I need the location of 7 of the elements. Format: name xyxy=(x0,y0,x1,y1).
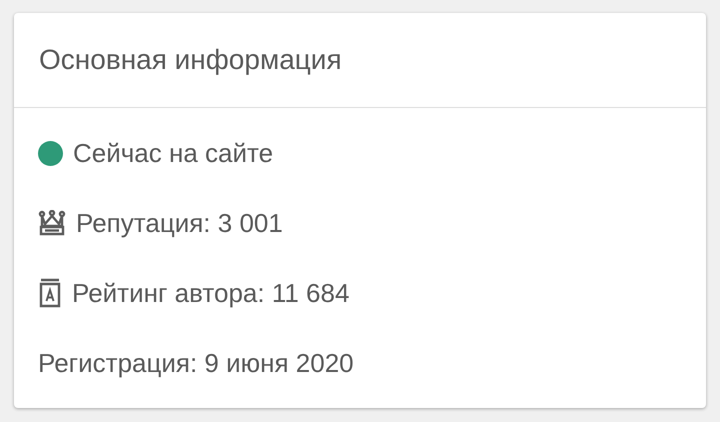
crown-icon xyxy=(38,210,66,236)
book-icon xyxy=(38,278,62,308)
info-text: Регистрация: 9 июня 2020 xyxy=(38,348,354,378)
info-text: Репутация: 3 001 xyxy=(76,208,283,238)
card-title: Основная информация xyxy=(39,44,342,76)
info-text: Сейчас на сайте xyxy=(73,138,274,168)
info-text: Рейтинг автора: 11 684 xyxy=(72,278,350,308)
